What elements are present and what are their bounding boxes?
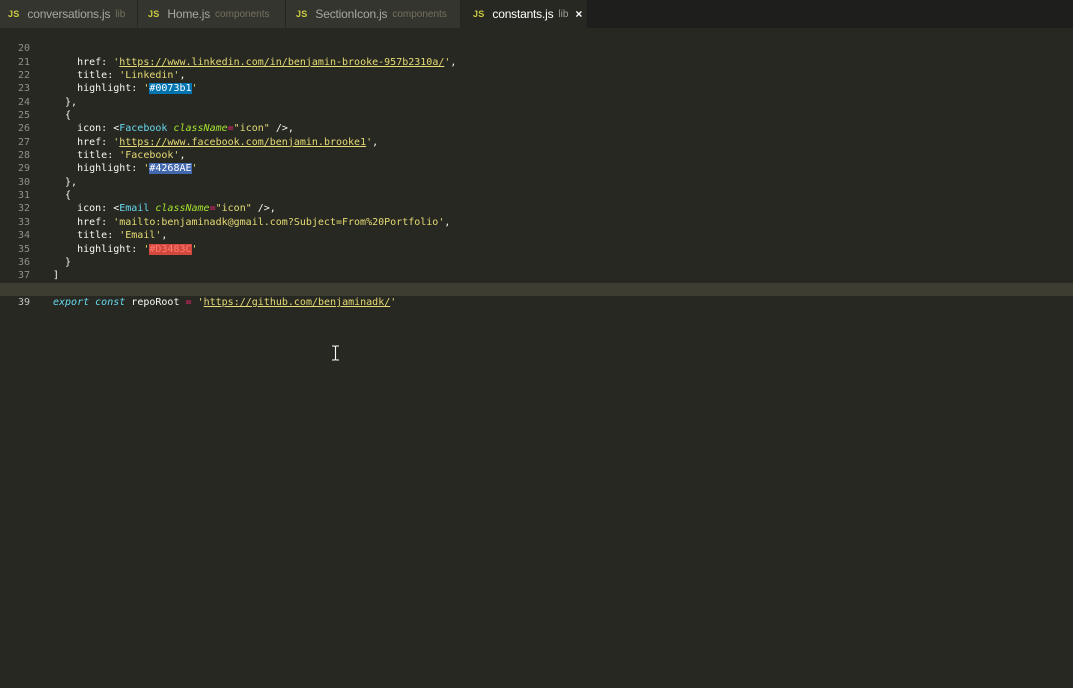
code-line: 33 title: 'Email', — [0, 202, 1073, 241]
tab-description: components — [392, 8, 447, 20]
code-line: 34 highlight: '#D3483C' — [0, 216, 1073, 255]
code-line: 37 — [0, 256, 1073, 281]
tab-bar: JS conversations.js lib JS Home.js compo… — [0, 0, 1073, 28]
url-link[interactable]: https://github.com/benjaminadk/ — [204, 297, 391, 308]
line-content: export const repoRoot = 'https://github.… — [53, 296, 397, 308]
js-file-icon: JS — [148, 9, 160, 19]
code-line: 29 }, — [0, 149, 1073, 187]
tab-label: Home.js — [167, 7, 211, 21]
code-line: 24 { — [0, 82, 1073, 121]
current-code-line[interactable]: 39 — [0, 282, 1073, 308]
text-cursor-icon — [332, 345, 339, 361]
tab-description: components — [215, 8, 270, 20]
js-file-icon: JS — [296, 9, 308, 19]
code-line: 23 }, — [0, 69, 1073, 107]
code-line: 28 highlight: '#4268AE' — [0, 136, 1073, 175]
code-line: 22 highlight: '#0073b1' — [0, 56, 1073, 95]
code-line: 30 { — [0, 162, 1073, 201]
code-line: 35 } — [0, 229, 1073, 268]
code-line: 27 title: 'Facebook', — [0, 122, 1073, 161]
tab-label: constants.js — [492, 7, 554, 21]
code-editor[interactable]: JS conversations.js lib JS Home.js compo… — [0, 0, 1073, 688]
code-line: 38 export const repoRoot = 'https://gith… — [0, 269, 1073, 308]
code-line: 31 icon: <Email className="icon" />, — [0, 176, 1073, 214]
code-line: 26 href: 'https://www.facebook.com/benja… — [0, 109, 1073, 147]
code-line: 20 href: 'https://www.linkedin.com/in/be… — [0, 29, 1073, 67]
code-line: 21 title: 'Linkedin', — [0, 42, 1073, 81]
js-file-icon: JS — [473, 9, 485, 19]
tab-constants-js[interactable]: JS constants.js lib × — [461, 0, 587, 28]
tab-sectionicon-js[interactable]: JS SectionIcon.js components — [286, 0, 461, 28]
code-line: 25 icon: <Facebook className="icon" />, — [0, 96, 1073, 134]
tab-description: lib — [115, 8, 126, 20]
tab-label: SectionIcon.js — [315, 7, 388, 21]
js-file-icon: JS — [8, 9, 20, 19]
line-number: 39 — [17, 296, 30, 308]
close-icon[interactable]: × — [575, 7, 582, 21]
code-line: 36 ] — [0, 243, 1073, 281]
tab-home-js[interactable]: JS Home.js components — [138, 0, 286, 28]
code-area[interactable]: 20 href: 'https://www.linkedin.com/in/be… — [0, 29, 1073, 308]
code-line: 32 href: 'mailto:benjaminadk@gmail.com?S… — [0, 189, 1073, 227]
tab-label: conversations.js — [27, 7, 111, 21]
tab-conversations-js[interactable]: JS conversations.js lib — [0, 0, 138, 28]
tab-description: lib — [558, 8, 569, 20]
